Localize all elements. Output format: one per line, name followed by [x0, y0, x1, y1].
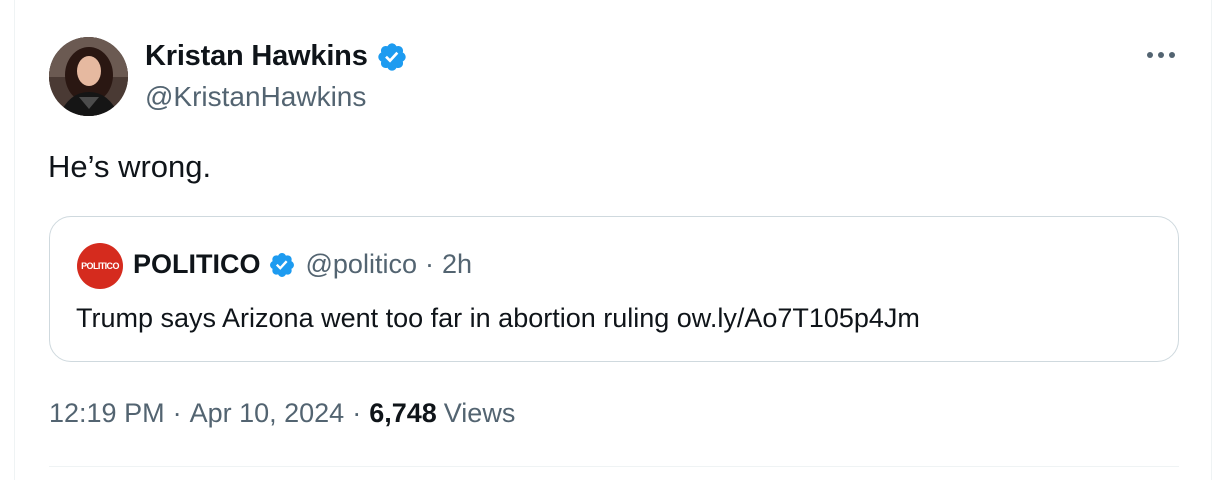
quoted-tweet-header: POLITICO @politico · 2h — [133, 249, 472, 280]
separator-dot: · — [352, 398, 362, 428]
quoted-author-name[interactable]: POLITICO — [133, 249, 261, 280]
tweet-date[interactable]: Apr 10, 2024 — [190, 398, 345, 429]
verified-badge-icon — [268, 251, 296, 279]
quoted-author-handle[interactable]: @politico — [306, 249, 417, 280]
divider — [49, 466, 1179, 467]
author-avatar[interactable] — [49, 37, 128, 116]
more-horizontal-icon[interactable] — [1146, 40, 1176, 70]
separator-dot: · — [172, 398, 182, 428]
quoted-tweet-text: Trump says Arizona went too far in abort… — [76, 303, 920, 333]
author-name-row[interactable]: Kristan Hawkins — [145, 40, 408, 73]
quoted-avatar-logo-text: POLITICO — [81, 261, 119, 271]
quoted-author-avatar[interactable]: POLITICO — [77, 243, 123, 289]
author-name[interactable]: Kristan Hawkins — [145, 40, 368, 73]
verified-badge-icon[interactable] — [376, 41, 408, 73]
separator-dot: · — [424, 249, 434, 279]
views-label: Views — [443, 398, 516, 428]
tweet-text: He’s wrong. — [48, 149, 212, 184]
author-handle[interactable]: @KristanHawkins — [145, 81, 366, 113]
quoted-tweet[interactable]: POLITICO POLITICO @politico · 2h Trump s… — [49, 216, 1179, 362]
views-count: 6,748 — [369, 398, 437, 428]
tweet-time[interactable]: 12:19 PM — [49, 398, 165, 429]
quoted-tweet-time[interactable]: 2h — [442, 249, 472, 280]
tweet-meta: 12:19 PM · Apr 10, 2024 · 6,748 Views — [49, 398, 515, 429]
